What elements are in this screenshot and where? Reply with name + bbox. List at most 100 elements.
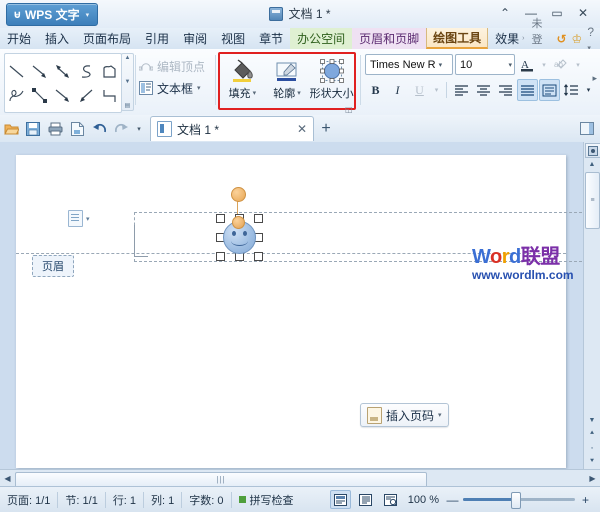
vertical-scrollbar[interactable]: ▲ ≡ ▼ ⯅ ◦ ⯆ <box>583 142 600 469</box>
text-box-button[interactable]: 文本框 ▾ <box>137 77 213 99</box>
resize-handle-ne[interactable] <box>254 214 263 223</box>
elbow-connector-shape-icon[interactable] <box>99 85 119 105</box>
double-arrow-shape-icon[interactable] <box>53 61 73 81</box>
line-shape-icon[interactable] <box>7 61 27 81</box>
task-pane-toggle[interactable] <box>574 118 600 140</box>
tab-insert[interactable]: 插入 <box>38 28 76 49</box>
resize-handle-sw[interactable] <box>216 252 225 261</box>
status-word-count[interactable]: 字数: 0 <box>182 492 231 508</box>
full-screen-view-button[interactable] <box>355 490 376 509</box>
fill-button[interactable]: 填充 ▾ <box>221 57 263 101</box>
zoom-out-button[interactable]: — <box>446 493 459 507</box>
line-spacing-button[interactable] <box>561 79 582 101</box>
scroll-up-button[interactable]: ▲ <box>585 158 599 171</box>
highlight-color-dropdown[interactable]: ▾ <box>573 55 583 74</box>
freeform-shape-icon[interactable] <box>99 61 119 81</box>
shape-size-button[interactable]: 形状大小 <box>311 57 353 101</box>
scroll-up-icon[interactable]: ▲ <box>125 55 131 61</box>
open-icon[interactable] <box>0 118 22 140</box>
status-page[interactable]: 页面: 1/1 <box>0 492 58 508</box>
arrow-shape-icon[interactable] <box>30 61 50 81</box>
rotation-handle[interactable] <box>231 187 246 202</box>
print-layout-view-button[interactable] <box>330 490 351 509</box>
scroll-left-button[interactable]: ◀ <box>0 471 15 486</box>
scribble-shape-icon[interactable] <box>7 85 27 105</box>
new-tab-button[interactable]: + <box>314 117 338 141</box>
status-column[interactable]: 列: 1 <box>144 492 182 508</box>
bold-button[interactable]: B <box>365 79 386 101</box>
horizontal-scrollbar[interactable]: ◀ ||| ▶ <box>0 469 600 487</box>
align-center-button[interactable] <box>473 79 494 101</box>
underline-dropdown[interactable]: ▾ <box>431 79 442 101</box>
shape-styles-dialog-launcher[interactable]: ◱ <box>345 105 353 114</box>
vertical-scroll-thumb[interactable]: ≡ <box>585 172 600 229</box>
align-justify-icon <box>520 84 535 97</box>
save-as-icon[interactable] <box>66 118 88 140</box>
zoom-in-button[interactable]: + <box>579 493 592 507</box>
tab-header-footer[interactable]: 页眉和页脚 <box>352 28 426 49</box>
wps-app-button[interactable]: ⊌ WPS 文字 ▾ <box>6 3 98 26</box>
shape-gallery-scroll[interactable]: ▲ ▼ ▤ <box>121 53 134 111</box>
undo-icon[interactable] <box>88 118 110 140</box>
previous-object-button[interactable]: ⯅ <box>589 429 595 439</box>
font-family-combo[interactable]: Times New R ▾ <box>365 54 453 75</box>
document-tab[interactable]: 文档 1 * ✕ <box>150 116 314 141</box>
curve-s-shape-icon[interactable] <box>76 61 96 81</box>
tab-section[interactable]: 章节 <box>252 28 290 49</box>
align-left-button[interactable] <box>451 79 472 101</box>
document-page[interactable]: 页眉 ▾ <box>16 155 566 468</box>
status-spellcheck[interactable]: 拼写检查 <box>232 492 301 508</box>
font-color-dropdown[interactable]: ▾ <box>539 55 549 74</box>
tab-drawing-tools[interactable]: 绘图工具 <box>426 28 488 49</box>
scroll-right-button[interactable]: ▶ <box>585 471 600 486</box>
status-row[interactable]: 行: 1 <box>106 492 144 508</box>
header-content-control[interactable]: ▾ <box>68 210 90 227</box>
distribute-button[interactable] <box>539 79 560 101</box>
font-size-combo[interactable]: 10 ▾ <box>455 54 515 75</box>
select-browse-object-small[interactable]: ◦ <box>591 443 593 453</box>
align-right-button[interactable] <box>495 79 516 101</box>
tab-office-space[interactable]: 办公空间 <box>290 28 352 49</box>
close-button[interactable]: ✕ <box>570 2 596 24</box>
zoom-slider[interactable] <box>463 498 575 501</box>
tab-effects[interactable]: 效果 › <box>488 28 531 49</box>
font-color-button[interactable]: A <box>517 55 537 74</box>
tab-review[interactable]: 审阅 <box>176 28 214 49</box>
outline-button[interactable]: 轮廓 ▾ <box>266 57 308 101</box>
zoom-slider-thumb[interactable] <box>511 492 521 509</box>
status-section[interactable]: 节: 1/1 <box>58 492 105 508</box>
shirt-skin-icon[interactable]: ♔ <box>572 32 583 46</box>
scroll-down-button[interactable]: ▼ <box>589 415 596 425</box>
resize-handle-nw[interactable] <box>216 214 225 223</box>
italic-button[interactable]: I <box>387 79 408 101</box>
print-icon[interactable] <box>44 118 66 140</box>
next-object-button[interactable]: ⯆ <box>589 457 595 467</box>
redo-icon[interactable] <box>110 118 132 140</box>
underline-button[interactable]: U <box>409 79 430 101</box>
arrow-diagonal-shape-icon[interactable] <box>53 85 73 105</box>
save-icon[interactable] <box>22 118 44 140</box>
tab-page-layout[interactable]: 页面布局 <box>76 28 138 49</box>
edit-vertices-button[interactable]: 编辑顶点 <box>137 55 213 77</box>
web-layout-view-button[interactable] <box>380 490 401 509</box>
insert-page-number-button[interactable]: 插入页码 ▾ <box>360 403 449 427</box>
customize-quick-access-icon[interactable]: ▾ <box>132 125 146 133</box>
shape-gallery-expand-icon[interactable]: ▤ <box>125 102 131 109</box>
shape-gallery[interactable] <box>4 53 122 113</box>
resize-handle-se[interactable] <box>254 252 263 261</box>
arrow-up-left-shape-icon[interactable] <box>76 85 96 105</box>
line-square-end-shape-icon[interactable] <box>30 85 50 105</box>
align-justify-button[interactable] <box>517 79 538 101</box>
close-icon[interactable]: ✕ <box>297 122 307 136</box>
cloud-sync-icon[interactable]: ↺ <box>556 32 566 46</box>
highlight-color-button[interactable]: ab <box>551 55 571 74</box>
ribbon-overflow-button[interactable]: ▸ <box>592 73 597 84</box>
collapse-ribbon-button[interactable]: ⌃ <box>492 2 518 24</box>
tab-references[interactable]: 引用 <box>138 28 176 49</box>
scroll-down-icon[interactable]: ▼ <box>125 79 131 85</box>
selected-shape[interactable] <box>212 187 264 261</box>
select-browse-object-button[interactable] <box>585 143 600 158</box>
tab-start[interactable]: 开始 <box>0 28 38 49</box>
tab-view[interactable]: 视图 <box>214 28 252 49</box>
horizontal-scroll-track[interactable]: ||| <box>15 472 585 486</box>
